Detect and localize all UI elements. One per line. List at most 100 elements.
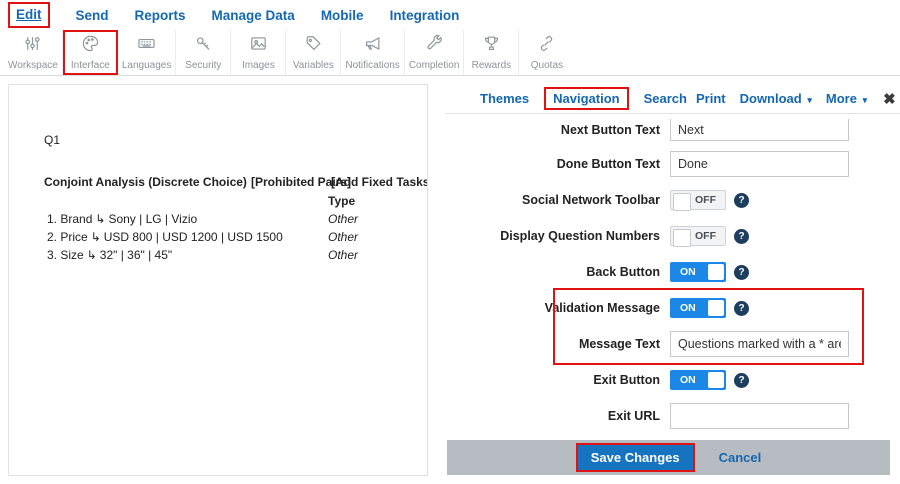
attribute-levels: 32" | 36" | 45" [100,248,172,262]
toolbar-item-workspace[interactable]: Workspace [4,30,63,75]
form-row-validation-message: Validation Message ON ? [445,290,900,326]
toolbar-label: Rewards [472,60,511,71]
back-button-toggle[interactable]: ON [670,262,726,282]
interface-settings-panel: Themes Navigation Search Print Download … [445,84,900,484]
toolbar-label: Languages [122,60,172,71]
save-changes-button[interactable]: Save Changes [578,445,693,470]
toolbar-item-images[interactable]: Images [231,30,286,75]
corner-arrow-icon: ↳ [87,248,97,262]
nav-send[interactable]: Send [76,8,109,23]
attribute-type: Other [328,230,358,244]
toolbar-label: Workspace [8,60,58,71]
row-number: 2. [47,230,57,244]
toolbar-item-variables[interactable]: Variables [286,30,341,75]
toolbar-label: Quotas [531,60,563,71]
nav-mobile[interactable]: Mobile [321,8,364,23]
done-button-text-input[interactable] [670,151,849,177]
attribute-name: Size [60,248,83,262]
form-row-back-button: Back Button ON ? [445,254,900,290]
annotation-box-edit: Edit [8,2,50,28]
next-button-text-input[interactable] [670,119,849,141]
corner-arrow-icon: ↳ [91,230,101,244]
toolbar-label: Security [185,60,221,71]
survey-preview-panel: Q1 Conjoint Analysis (Discrete Choice) [… [8,84,428,476]
toolbar-item-quotas[interactable]: Quotas [519,30,574,75]
chain-links-icon [537,34,556,58]
field-label: Done Button Text [445,157,670,171]
attribute-row: 1. Brand↳Sony | LG | Vizio Other [9,212,427,228]
cancel-link[interactable]: Cancel [719,450,762,465]
social-network-toolbar-toggle[interactable]: OFF [670,190,726,210]
attribute-levels: Sony | LG | Vizio [108,212,197,226]
print-link[interactable]: Print [696,91,726,106]
attribute-type: Other [328,212,358,226]
settings-tabbar: Themes Navigation Search Print Download … [445,84,900,114]
panel-footer: Save Changes Cancel [447,440,890,475]
field-label: Message Text [445,337,670,351]
key-icon [194,34,213,58]
validation-message-toggle[interactable]: ON [670,298,726,318]
tab-search[interactable]: Search [635,87,696,110]
toolbar-label: Completion [409,60,460,71]
palette-icon [81,34,100,58]
toolbar-label: Interface [71,60,110,71]
toolbar-item-completion[interactable]: Completion [405,30,465,75]
toolbar-label: Variables [293,60,334,71]
attribute-levels: USD 800 | USD 1200 | USD 1500 [104,230,283,244]
form-row-exit-button: Exit Button ON ? [445,362,900,398]
nav-edit[interactable]: Edit [16,7,42,22]
form-row-social-network-toolbar: Social Network Toolbar OFF ? [445,182,900,218]
help-icon[interactable]: ? [734,265,749,280]
nav-reports[interactable]: Reports [135,8,186,23]
image-icon [249,34,268,58]
attribute-row: 3. Size ↳32" | 36" | 45" Other [9,248,427,264]
toolbar-item-languages[interactable]: Languages [118,30,177,75]
field-label: Validation Message [445,301,670,315]
corner-arrow-icon: ↳ [95,212,105,226]
help-icon[interactable]: ? [734,373,749,388]
exit-button-toggle[interactable]: ON [670,370,726,390]
toolbar-item-security[interactable]: Security [176,30,231,75]
field-label: Next Button Text [445,123,670,137]
attribute-type: Other [328,248,358,262]
field-label: Social Network Toolbar [445,193,670,207]
form-row-exit-url: Exit URL [445,398,900,434]
field-label: Back Button [445,265,670,279]
wrench-icon [425,34,444,58]
type-column-header: Type [328,194,355,208]
navigation-settings-form: Next Button Text Done Button Text Social… [445,114,900,434]
megaphone-icon [363,34,382,58]
message-text-input[interactable] [670,331,849,357]
row-number: 3. [47,248,57,262]
chevron-down-icon: ▾ [863,95,868,105]
help-icon[interactable]: ? [734,301,749,316]
display-question-numbers-toggle[interactable]: OFF [670,226,726,246]
field-label: Exit URL [445,409,670,423]
nav-integration[interactable]: Integration [390,8,460,23]
close-icon[interactable]: ✖ [883,90,896,108]
question-title: Conjoint Analysis (Discrete Choice) [44,175,247,189]
toolbar-label: Notifications [345,60,399,71]
top-nav: Edit Send Reports Manage Data Mobile Int… [0,0,900,30]
attribute-name: Brand [60,212,92,226]
exit-url-input[interactable] [670,403,849,429]
add-fixed-tasks-link[interactable]: [Add Fixed Tasks [331,175,428,189]
tab-navigation[interactable]: Navigation [544,87,628,110]
trophy-icon [482,34,501,58]
toolbar-item-notifications[interactable]: Notifications [341,30,404,75]
nav-manage-data[interactable]: Manage Data [212,8,295,23]
sliders-icon [23,34,42,58]
question-code: Q1 [44,133,60,147]
form-row-display-question-numbers: Display Question Numbers OFF ? [445,218,900,254]
download-link[interactable]: Download ▾ [740,91,812,106]
help-icon[interactable]: ? [734,193,749,208]
toolbar-item-interface[interactable]: Interface [63,30,118,75]
toolbar-item-rewards[interactable]: Rewards [464,30,519,75]
help-icon[interactable]: ? [734,229,749,244]
tab-themes[interactable]: Themes [471,87,538,110]
edit-toolbar: Workspace Interface Languages Security I… [0,30,900,76]
attribute-name: Price [60,230,87,244]
form-row-next-button-text: Next Button Text [445,114,900,146]
row-number: 1. [47,212,57,226]
more-link[interactable]: More ▾ [826,91,867,106]
